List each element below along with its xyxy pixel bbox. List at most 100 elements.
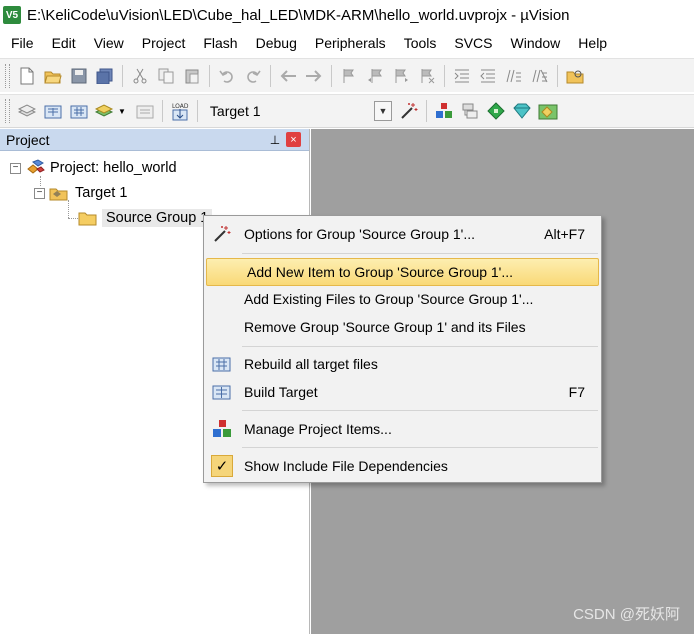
options-wand-icon — [401, 103, 418, 119]
menu-file[interactable]: File — [0, 30, 43, 56]
open-file-button[interactable] — [42, 65, 64, 87]
find-in-files-button[interactable] — [564, 65, 586, 87]
select-packs-button[interactable] — [485, 100, 507, 122]
menu-help[interactable]: Help — [569, 30, 616, 56]
navigate-back-button[interactable] — [277, 65, 299, 87]
bookmark-clear-icon — [421, 68, 435, 83]
menu-item-label: Options for Group 'Source Group 1'... — [244, 226, 476, 242]
menu-item-show-include-deps[interactable]: ✓ Show Include File Dependencies — [204, 452, 601, 480]
menu-item-add-new-item[interactable]: Add New Item to Group 'Source Group 1'..… — [206, 258, 599, 286]
toolbar-grip[interactable] — [5, 63, 10, 88]
stop-build-button[interactable] — [134, 100, 156, 122]
rebuild-button[interactable] — [68, 100, 90, 122]
manage-items-icon — [207, 419, 237, 439]
menu-item-build-target[interactable]: Build Target F7 — [204, 378, 601, 406]
translate-button[interactable] — [16, 100, 38, 122]
options-wand-icon — [207, 224, 237, 244]
collapse-toggle-icon[interactable]: − — [10, 162, 21, 174]
menu-item-label: Add Existing Files to Group 'Source Grou… — [244, 291, 534, 307]
menu-flash[interactable]: Flash — [194, 30, 246, 56]
cut-button[interactable] — [129, 65, 151, 87]
collapse-toggle-icon[interactable]: − — [34, 187, 45, 199]
menu-separator — [242, 253, 598, 254]
menu-item-add-existing-files[interactable]: Add Existing Files to Group 'Source Grou… — [204, 285, 601, 313]
manage-project-items-button[interactable] — [433, 100, 455, 122]
menu-tools[interactable]: Tools — [395, 30, 446, 56]
menu-peripherals[interactable]: Peripherals — [306, 30, 395, 56]
arrow-left-icon — [280, 69, 296, 82]
chevron-down-icon[interactable]: ▼ — [118, 107, 126, 116]
context-menu: Options for Group 'Source Group 1'... Al… — [203, 215, 602, 483]
file-toolbar — [0, 58, 694, 92]
target-dropdown-button[interactable]: ▼ — [373, 101, 392, 121]
tree-item-target[interactable]: − Target 1 — [34, 182, 127, 204]
bookmark-prev-button[interactable] — [364, 65, 386, 87]
cut-scissors-icon — [133, 68, 147, 83]
save-button[interactable] — [68, 65, 90, 87]
project-panel-header: Project ⊥ × — [0, 129, 309, 151]
menu-svcs[interactable]: SVCS — [445, 30, 501, 56]
bookmark-next-button[interactable] — [390, 65, 412, 87]
build-button[interactable] — [42, 100, 64, 122]
menu-item-label: Show Include File Dependencies — [244, 458, 448, 474]
project-panel-title: Project — [6, 131, 50, 148]
menu-debug[interactable]: Debug — [247, 30, 306, 56]
target-options-button[interactable] — [398, 100, 420, 122]
menu-item-options-for-group[interactable]: Options for Group 'Source Group 1'... Al… — [204, 220, 601, 248]
download-button[interactable]: LOAD — [169, 100, 191, 122]
navigate-forward-button[interactable] — [303, 65, 325, 87]
menu-item-remove-group[interactable]: Remove Group 'Source Group 1' and its Fi… — [204, 313, 601, 341]
project-label: Project: hello_world — [50, 160, 177, 176]
menu-item-label: Rebuild all target files — [244, 356, 378, 372]
window-title: E:\KeliCode\uVision\LED\Cube_hal_LED\MDK… — [27, 6, 570, 24]
menu-window[interactable]: Window — [502, 30, 570, 56]
redo-button[interactable] — [242, 65, 264, 87]
close-icon[interactable]: × — [286, 132, 301, 147]
menu-bar: File Edit View Project Flash Debug Perip… — [0, 30, 694, 56]
file-extensions-button[interactable] — [459, 100, 481, 122]
tree-item-source-group[interactable]: Source Group 1 — [62, 207, 213, 229]
menu-view[interactable]: View — [85, 30, 133, 56]
folder-icon — [78, 212, 97, 226]
indent-button[interactable] — [451, 65, 473, 87]
new-file-icon — [20, 67, 34, 84]
menu-edit[interactable]: Edit — [43, 30, 85, 56]
title-bar: V5 E:\KeliCode\uVision\LED\Cube_hal_LED\… — [0, 0, 694, 30]
project-gears-icon — [27, 159, 45, 174]
copy-button[interactable] — [155, 65, 177, 87]
menu-project[interactable]: Project — [133, 30, 195, 56]
menu-separator — [242, 346, 598, 347]
toolbar-separator — [557, 64, 558, 87]
undo-button[interactable] — [216, 65, 238, 87]
save-all-button[interactable] — [94, 65, 116, 87]
arrow-right-icon — [306, 69, 322, 82]
build-icon — [207, 383, 237, 401]
tree-item-project[interactable]: − Project: hello_world — [10, 157, 177, 179]
paste-button[interactable] — [181, 65, 203, 87]
toolbar-separator — [122, 64, 123, 87]
menu-item-manage-project-items[interactable]: Manage Project Items... — [204, 415, 601, 443]
comment-button[interactable] — [503, 65, 525, 87]
target-label: Target 1 — [75, 185, 128, 201]
watermark: CSDN @死妖阿 — [573, 606, 680, 623]
uncomment-button[interactable] — [529, 65, 551, 87]
new-file-button[interactable] — [16, 65, 38, 87]
open-folder-icon — [44, 71, 62, 83]
load-download-icon: LOAD — [172, 103, 189, 121]
target-select[interactable]: Target 1 — [210, 103, 374, 119]
toolbar-grip[interactable] — [5, 99, 10, 123]
menu-item-rebuild-all[interactable]: Rebuild all target files — [204, 350, 601, 378]
comment-icon — [506, 69, 521, 82]
unindent-button[interactable] — [477, 65, 499, 87]
bookmark-clear-button[interactable] — [416, 65, 438, 87]
build-toolbar: ▼ LOAD Target 1 ▼ — [0, 94, 694, 128]
manage-rte-button[interactable] — [511, 100, 533, 122]
pack-installer-button[interactable] — [537, 100, 559, 122]
green-diamond-icon — [487, 102, 505, 120]
toolbar-separator — [209, 64, 210, 87]
batch-build-button[interactable] — [94, 100, 116, 122]
undo-icon — [219, 70, 233, 83]
bookmark-toggle-button[interactable] — [338, 65, 360, 87]
save-all-icon — [96, 68, 113, 84]
pin-icon[interactable]: ⊥ — [268, 133, 282, 147]
